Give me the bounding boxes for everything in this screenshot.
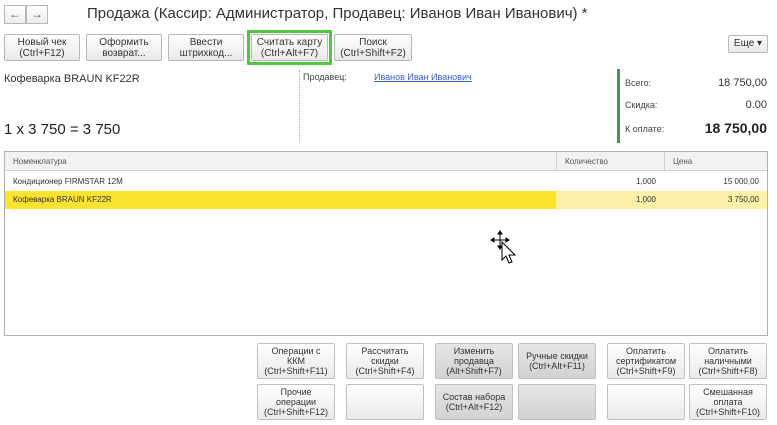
manual-discounts-button[interactable]: Ручные скидки (Ctrl+Alt+F11) [518, 343, 596, 379]
column-header-qty[interactable]: Количество [556, 152, 664, 171]
seller-label: Продавец: [303, 72, 347, 82]
button-label: скидки [371, 356, 399, 366]
discount-value: 0.00 [745, 99, 767, 111]
button-shortcut: (Ctrl+F12) [19, 48, 65, 59]
pay-value: 18 750,00 [704, 120, 767, 136]
button-shortcut: (Ctrl+Shift+F9) [616, 366, 676, 376]
change-seller-button[interactable]: Изменить продавца (Alt+Shift+F7) [435, 343, 513, 379]
button-label: Состав набора [442, 392, 506, 402]
mixed-payment-button[interactable]: Смешанная оплата (Ctrl+Shift+F10) [689, 384, 767, 420]
button-label: Изменить [453, 346, 495, 356]
pay-certificate-button[interactable]: Оплатить сертификатом (Ctrl+Shift+F9) [607, 343, 685, 379]
current-product-name: Кофеварка BRAUN KF22R [4, 73, 140, 85]
table-row[interactable]: Кондиционер FIRMSTAR 12M 1,000 15 000,00 [5, 173, 767, 191]
empty-action-button[interactable] [518, 384, 596, 420]
enter-barcode-button[interactable]: Ввести штрихкод... [168, 34, 244, 61]
seller-link[interactable]: Иванов Иван Иванович [374, 72, 472, 82]
button-label: Ввести [189, 37, 223, 48]
button-label: оплата [713, 397, 743, 407]
button-shortcut: (Ctrl+Shift+F12) [263, 407, 329, 417]
button-shortcut: (Ctrl+Shift+F2) [340, 48, 406, 59]
total-value: 18 750,00 [718, 77, 767, 89]
button-label: Рассчитать [361, 346, 409, 356]
column-header-name[interactable]: Номенклатура [5, 152, 556, 171]
return-button[interactable]: Оформить возврат... [86, 34, 162, 61]
button-label: продавца [454, 356, 494, 366]
items-table[interactable]: Номенклатура Количество Цена Кондиционер… [4, 151, 768, 336]
calculate-discounts-button[interactable]: Рассчитать скидки (Ctrl+Shift+F4) [346, 343, 424, 379]
pay-label: К оплате: [625, 124, 665, 134]
arrow-right-icon: → [31, 7, 43, 21]
move-cursor-icon [490, 230, 517, 264]
cell-qty: 1,000 [635, 177, 656, 186]
kkm-operations-button[interactable]: Операции с ККМ (Ctrl+Shift+F11) [257, 343, 335, 379]
table-header: Номенклатура Количество Цена [5, 152, 767, 171]
button-shortcut: (Ctrl+Shift+F4) [355, 366, 415, 376]
search-button[interactable]: Поиск (Ctrl+Shift+F2) [334, 34, 412, 61]
totals-accent-bar [617, 69, 620, 143]
button-label: Ручные скидки [526, 351, 588, 361]
price-formula: 1 x 3 750 = 3 750 [4, 121, 121, 138]
more-label: Еще [733, 38, 755, 49]
arrow-left-icon: ← [9, 7, 21, 21]
button-shortcut: (Ctrl+Shift+F8) [698, 366, 758, 376]
button-label-2: возврат... [102, 48, 146, 59]
button-shortcut: (Ctrl+Alt+F12) [445, 402, 503, 412]
cell-name: Кондиционер FIRMSTAR 12M [13, 177, 123, 186]
kit-composition-button[interactable]: Состав набора (Ctrl+Alt+F12) [435, 384, 513, 420]
button-label: Поиск [359, 37, 387, 48]
button-shortcut: (Ctrl+Alt+F11) [529, 361, 585, 371]
cell-price: 15 000,00 [723, 177, 759, 186]
more-button[interactable]: Еще ▾ [728, 35, 768, 53]
empty-action-button[interactable] [346, 384, 424, 420]
button-label: Оплатить [626, 346, 666, 356]
button-label: Прочие [280, 387, 312, 397]
button-label: Оформить [99, 37, 149, 48]
divider [299, 70, 300, 142]
button-shortcut: (Ctrl+Shift+F11) [264, 366, 328, 376]
cell-qty: 1,000 [556, 191, 664, 209]
button-shortcut: (Alt+Shift+F7) [446, 366, 502, 376]
button-label-2: штрихкод... [179, 48, 233, 59]
cell-name: Кофеварка BRAUN KF22R [5, 191, 556, 209]
button-label: Оплатить [708, 346, 748, 356]
button-label: Новый чек [17, 37, 67, 48]
total-label: Всего: [625, 78, 652, 88]
chevron-down-icon: ▾ [757, 38, 763, 49]
forward-button[interactable]: → [26, 5, 48, 24]
button-label: Смешанная [703, 387, 753, 397]
empty-action-button[interactable] [607, 384, 685, 420]
button-label: Операции с [271, 346, 321, 356]
button-shortcut: (Ctrl+Shift+F10) [695, 407, 761, 417]
cell-price: 3 750,00 [664, 191, 767, 209]
pay-cash-button[interactable]: Оплатить наличными (Ctrl+Shift+F8) [689, 343, 767, 379]
window-title: Продажа (Кассир: Администратор, Продавец… [87, 5, 588, 22]
button-label: наличными [704, 356, 752, 366]
new-receipt-button[interactable]: Новый чек (Ctrl+F12) [4, 34, 80, 61]
discount-label: Скидка: [625, 100, 658, 110]
back-button[interactable]: ← [4, 5, 26, 24]
button-label: операции [275, 397, 317, 407]
column-header-price[interactable]: Цена [664, 152, 767, 171]
button-label: ККМ [287, 356, 305, 366]
button-label: сертификатом [615, 356, 677, 366]
table-row-selected[interactable]: Кофеварка BRAUN KF22R 1,000 3 750,00 [5, 191, 767, 209]
highlight-box [247, 30, 332, 65]
other-operations-button[interactable]: Прочие операции (Ctrl+Shift+F12) [257, 384, 335, 420]
